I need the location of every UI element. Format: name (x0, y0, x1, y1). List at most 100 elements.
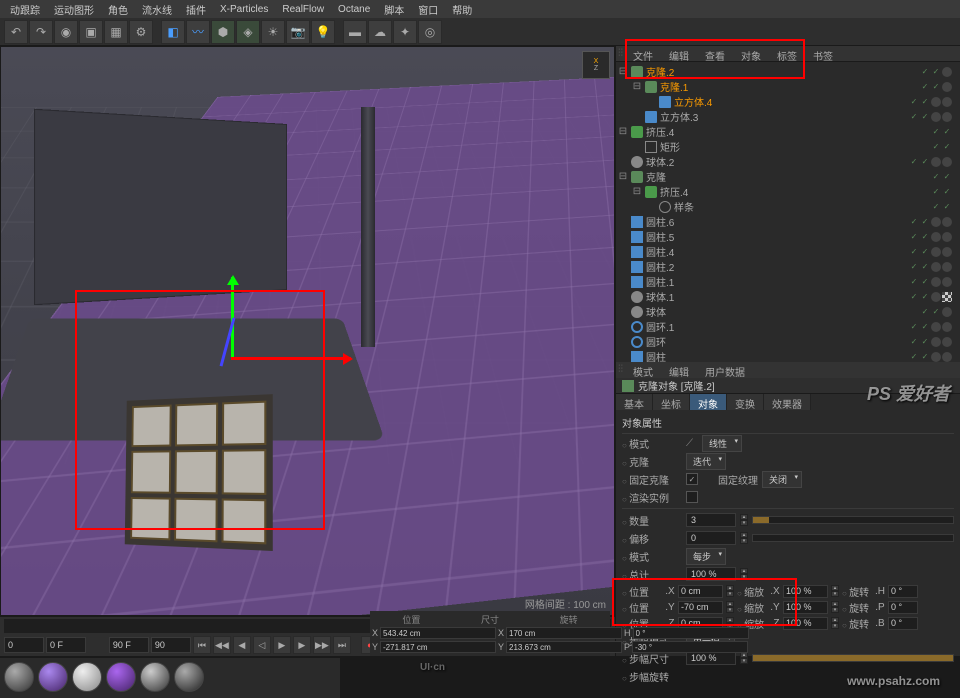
coord-pos-y[interactable] (380, 641, 496, 653)
material-slot-3[interactable] (72, 662, 102, 692)
scale-x-input[interactable] (783, 585, 828, 598)
objmgr-tab-书签[interactable]: 书签 (805, 46, 841, 61)
object-manager-tree[interactable]: ⊟克隆.2✓✓⊟克隆.1✓✓立方体.4✓✓立方体.3✓✓⊟挤压.4✓✓矩形✓✓球… (616, 62, 960, 362)
coord-size-y[interactable] (506, 641, 622, 653)
tree-item-立方体.4[interactable]: 立方体.4✓✓ (618, 94, 958, 109)
tree-item-挤压.4[interactable]: ⊟挤压.4✓✓ (618, 124, 958, 139)
timeline-current-input[interactable] (46, 637, 86, 653)
camera-icon[interactable]: 📷 (286, 20, 310, 44)
menu-运动图形[interactable]: 运动图形 (48, 0, 100, 19)
menu-脚本[interactable]: 脚本 (378, 0, 410, 19)
coord-rot-p[interactable] (632, 641, 748, 653)
viewport-perspective[interactable]: X Z 网格间距 : 100 cm (0, 46, 615, 616)
timeline-range-end-input[interactable] (151, 637, 191, 653)
spline-icon[interactable]: 〰 (186, 20, 210, 44)
floor-icon[interactable]: ▬ (343, 20, 367, 44)
play-back-button[interactable]: ◁ (253, 636, 271, 654)
tree-item-圆柱.1[interactable]: 圆柱.1✓✓ (618, 274, 958, 289)
material-slot-2[interactable] (38, 662, 68, 692)
tree-item-圆环.1[interactable]: 圆环.1✓✓ (618, 319, 958, 334)
attr-userdata-tab[interactable]: 用户数据 (697, 362, 753, 378)
material-slot-1[interactable] (4, 662, 34, 692)
tree-item-球体.1[interactable]: 球体.1✓✓ (618, 289, 958, 304)
attr-tab-坐标[interactable]: 坐标 (653, 394, 690, 410)
goto-end-button[interactable]: ⏭ (333, 636, 351, 654)
prev-key-button[interactable]: ◀◀ (213, 636, 231, 654)
stepsize-input[interactable] (686, 651, 736, 665)
axis-orientation-widget[interactable]: X Z (582, 51, 610, 79)
menu-窗口[interactable]: 窗口 (412, 0, 444, 19)
menu-RealFlow[interactable]: RealFlow (276, 2, 330, 17)
offset-slider[interactable] (752, 534, 954, 542)
objmgr-tab-编辑[interactable]: 编辑 (661, 46, 697, 61)
prev-frame-button[interactable]: ◀ (233, 636, 251, 654)
tree-item-圆柱.4[interactable]: 圆柱.4✓✓ (618, 244, 958, 259)
mode-dropdown[interactable]: 线性 (702, 435, 742, 452)
goto-start-button[interactable]: ⏮ (193, 636, 211, 654)
next-key-button[interactable]: ▶▶ (313, 636, 331, 654)
play-button[interactable]: ▶ (273, 636, 291, 654)
tree-item-圆柱.2[interactable]: 圆柱.2✓✓ (618, 259, 958, 274)
render-region-icon[interactable]: ▦ (104, 20, 128, 44)
timeline-end-input[interactable] (109, 637, 149, 653)
next-frame-button[interactable]: ▶ (293, 636, 311, 654)
fixtex-dropdown[interactable]: 关闭 (762, 471, 802, 488)
coord-pos-x[interactable] (380, 627, 496, 639)
light-icon[interactable]: 💡 (311, 20, 335, 44)
coord-rot-h[interactable] (633, 627, 749, 639)
pos-x-input[interactable] (678, 585, 723, 598)
redo-icon[interactable]: ↷ (29, 20, 53, 44)
total-input[interactable] (686, 567, 736, 581)
menu-Octane[interactable]: Octane (332, 2, 376, 17)
attr-mode-tab[interactable]: 模式 (625, 362, 661, 378)
attr-tab-基本[interactable]: 基本 (616, 394, 653, 410)
tree-item-矩形[interactable]: 矩形✓✓ (618, 139, 958, 154)
clone-dropdown[interactable]: 迭代 (686, 453, 726, 470)
offset-input[interactable] (686, 531, 736, 545)
rot-b-input[interactable] (888, 617, 918, 630)
rot-p-input[interactable] (888, 601, 918, 614)
menu-角色[interactable]: 角色 (102, 0, 134, 19)
render-icon[interactable]: ▣ (79, 20, 103, 44)
coord-size-x[interactable] (506, 627, 622, 639)
stepsize-slider[interactable] (752, 654, 954, 662)
environment-icon[interactable]: ☀ (261, 20, 285, 44)
tree-item-球体.2[interactable]: 球体.2✓✓ (618, 154, 958, 169)
count-slider[interactable] (752, 516, 954, 524)
menu-动跟踪[interactable]: 动跟踪 (4, 0, 46, 19)
sky-icon[interactable]: ☁ (368, 20, 392, 44)
menu-帮助[interactable]: 帮助 (446, 0, 478, 19)
material-slot-4[interactable] (106, 662, 136, 692)
xp-icon[interactable]: ✦ (393, 20, 417, 44)
render-settings-icon[interactable]: ⚙ (129, 20, 153, 44)
rf-icon[interactable]: ◎ (418, 20, 442, 44)
menu-插件[interactable]: 插件 (180, 0, 212, 19)
material-slot-5[interactable] (140, 662, 170, 692)
tree-item-圆柱.5[interactable]: 圆柱.5✓✓ (618, 229, 958, 244)
attr-tab-变换[interactable]: 变换 (727, 394, 764, 410)
live-icon[interactable]: ◉ (54, 20, 78, 44)
rot-h-input[interactable] (888, 585, 918, 598)
tree-item-挤压.4[interactable]: ⊟挤压.4✓✓ (618, 184, 958, 199)
pos-y-input[interactable] (678, 601, 723, 614)
tree-item-圆柱[interactable]: 圆柱✓✓ (618, 349, 958, 362)
instance-checkbox[interactable] (686, 491, 698, 503)
tree-item-克隆[interactable]: ⊟克隆✓✓ (618, 169, 958, 184)
tree-item-克隆.1[interactable]: ⊟克隆.1✓✓ (618, 79, 958, 94)
menu-流水线[interactable]: 流水线 (136, 0, 178, 19)
objmgr-tab-标签[interactable]: 标签 (769, 46, 805, 61)
material-slot-6[interactable] (174, 662, 204, 692)
timeline-start-input[interactable] (4, 637, 44, 653)
objmgr-tab-查看[interactable]: 查看 (697, 46, 733, 61)
generator-icon[interactable]: ⬢ (211, 20, 235, 44)
objmgr-tab-对象[interactable]: 对象 (733, 46, 769, 61)
objmgr-tab-文件[interactable]: 文件 (625, 46, 661, 61)
attr-edit-tab[interactable]: 编辑 (661, 362, 697, 378)
stepmode-dropdown[interactable]: 每步 (686, 548, 726, 565)
deformer-icon[interactable]: ◈ (236, 20, 260, 44)
tree-item-立方体.3[interactable]: 立方体.3✓✓ (618, 109, 958, 124)
undo-icon[interactable]: ↶ (4, 20, 28, 44)
attr-tab-效果器[interactable]: 效果器 (764, 394, 811, 410)
menu-X-Particles[interactable]: X-Particles (214, 2, 274, 17)
tree-item-球体[interactable]: 球体✓✓ (618, 304, 958, 319)
